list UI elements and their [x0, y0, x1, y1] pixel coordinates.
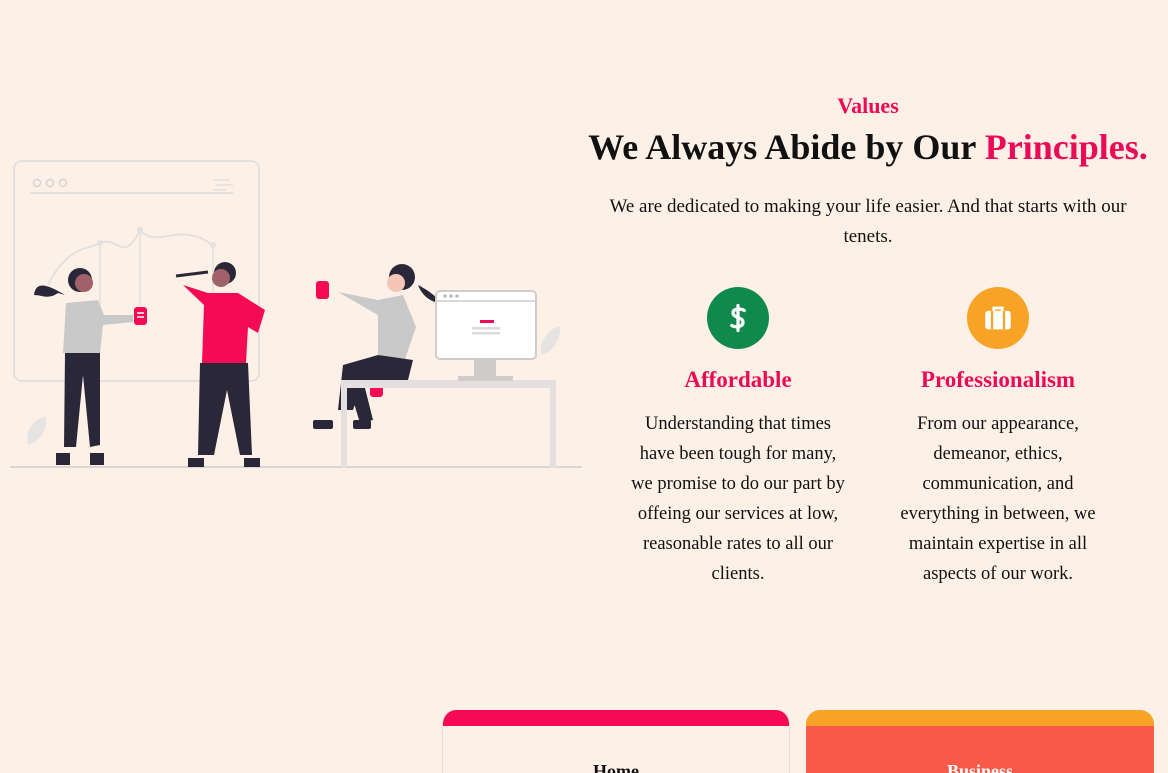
- value-title: Professionalism: [920, 367, 1076, 392]
- values-section: Values We Always Abide by Our Principles…: [588, 92, 1148, 584]
- value-icon-badge: [707, 287, 769, 349]
- plan-accent-bar: [443, 710, 789, 726]
- plan-card-home[interactable]: Home: [442, 710, 790, 773]
- person-figure: [34, 268, 147, 465]
- briefcase-icon: [985, 306, 1011, 330]
- headline-accent: Principles.: [984, 127, 1148, 167]
- plan-name: Home: [593, 761, 639, 773]
- section-lead: We are dedicated to making your life eas…: [609, 196, 1127, 247]
- value-description: From our appearance, demeanor, ethics, c…: [900, 414, 1096, 584]
- value-title: Affordable: [684, 367, 792, 392]
- team-illustration: [8, 155, 586, 475]
- plan-name: Business: [946, 761, 1014, 773]
- dollar-icon: [730, 303, 746, 333]
- plan-card-business[interactable]: Business: [806, 710, 1154, 773]
- person-figure: [313, 264, 442, 429]
- value-icon-badge: [967, 287, 1029, 349]
- person-figure: [175, 262, 265, 467]
- section-headline: We Always Abide by Our Principles.: [588, 124, 1148, 170]
- value-description: Understanding that times have been tough…: [631, 414, 845, 584]
- section-eyebrow: Values: [837, 93, 899, 118]
- value-card-professionalism: Professionalism From our appearance, dem…: [888, 287, 1108, 589]
- headline-main: We Always Abide by Our: [588, 127, 985, 167]
- value-card-affordable: Affordable Understanding that times have…: [628, 287, 848, 589]
- values-cards: Affordable Understanding that times have…: [588, 287, 1148, 607]
